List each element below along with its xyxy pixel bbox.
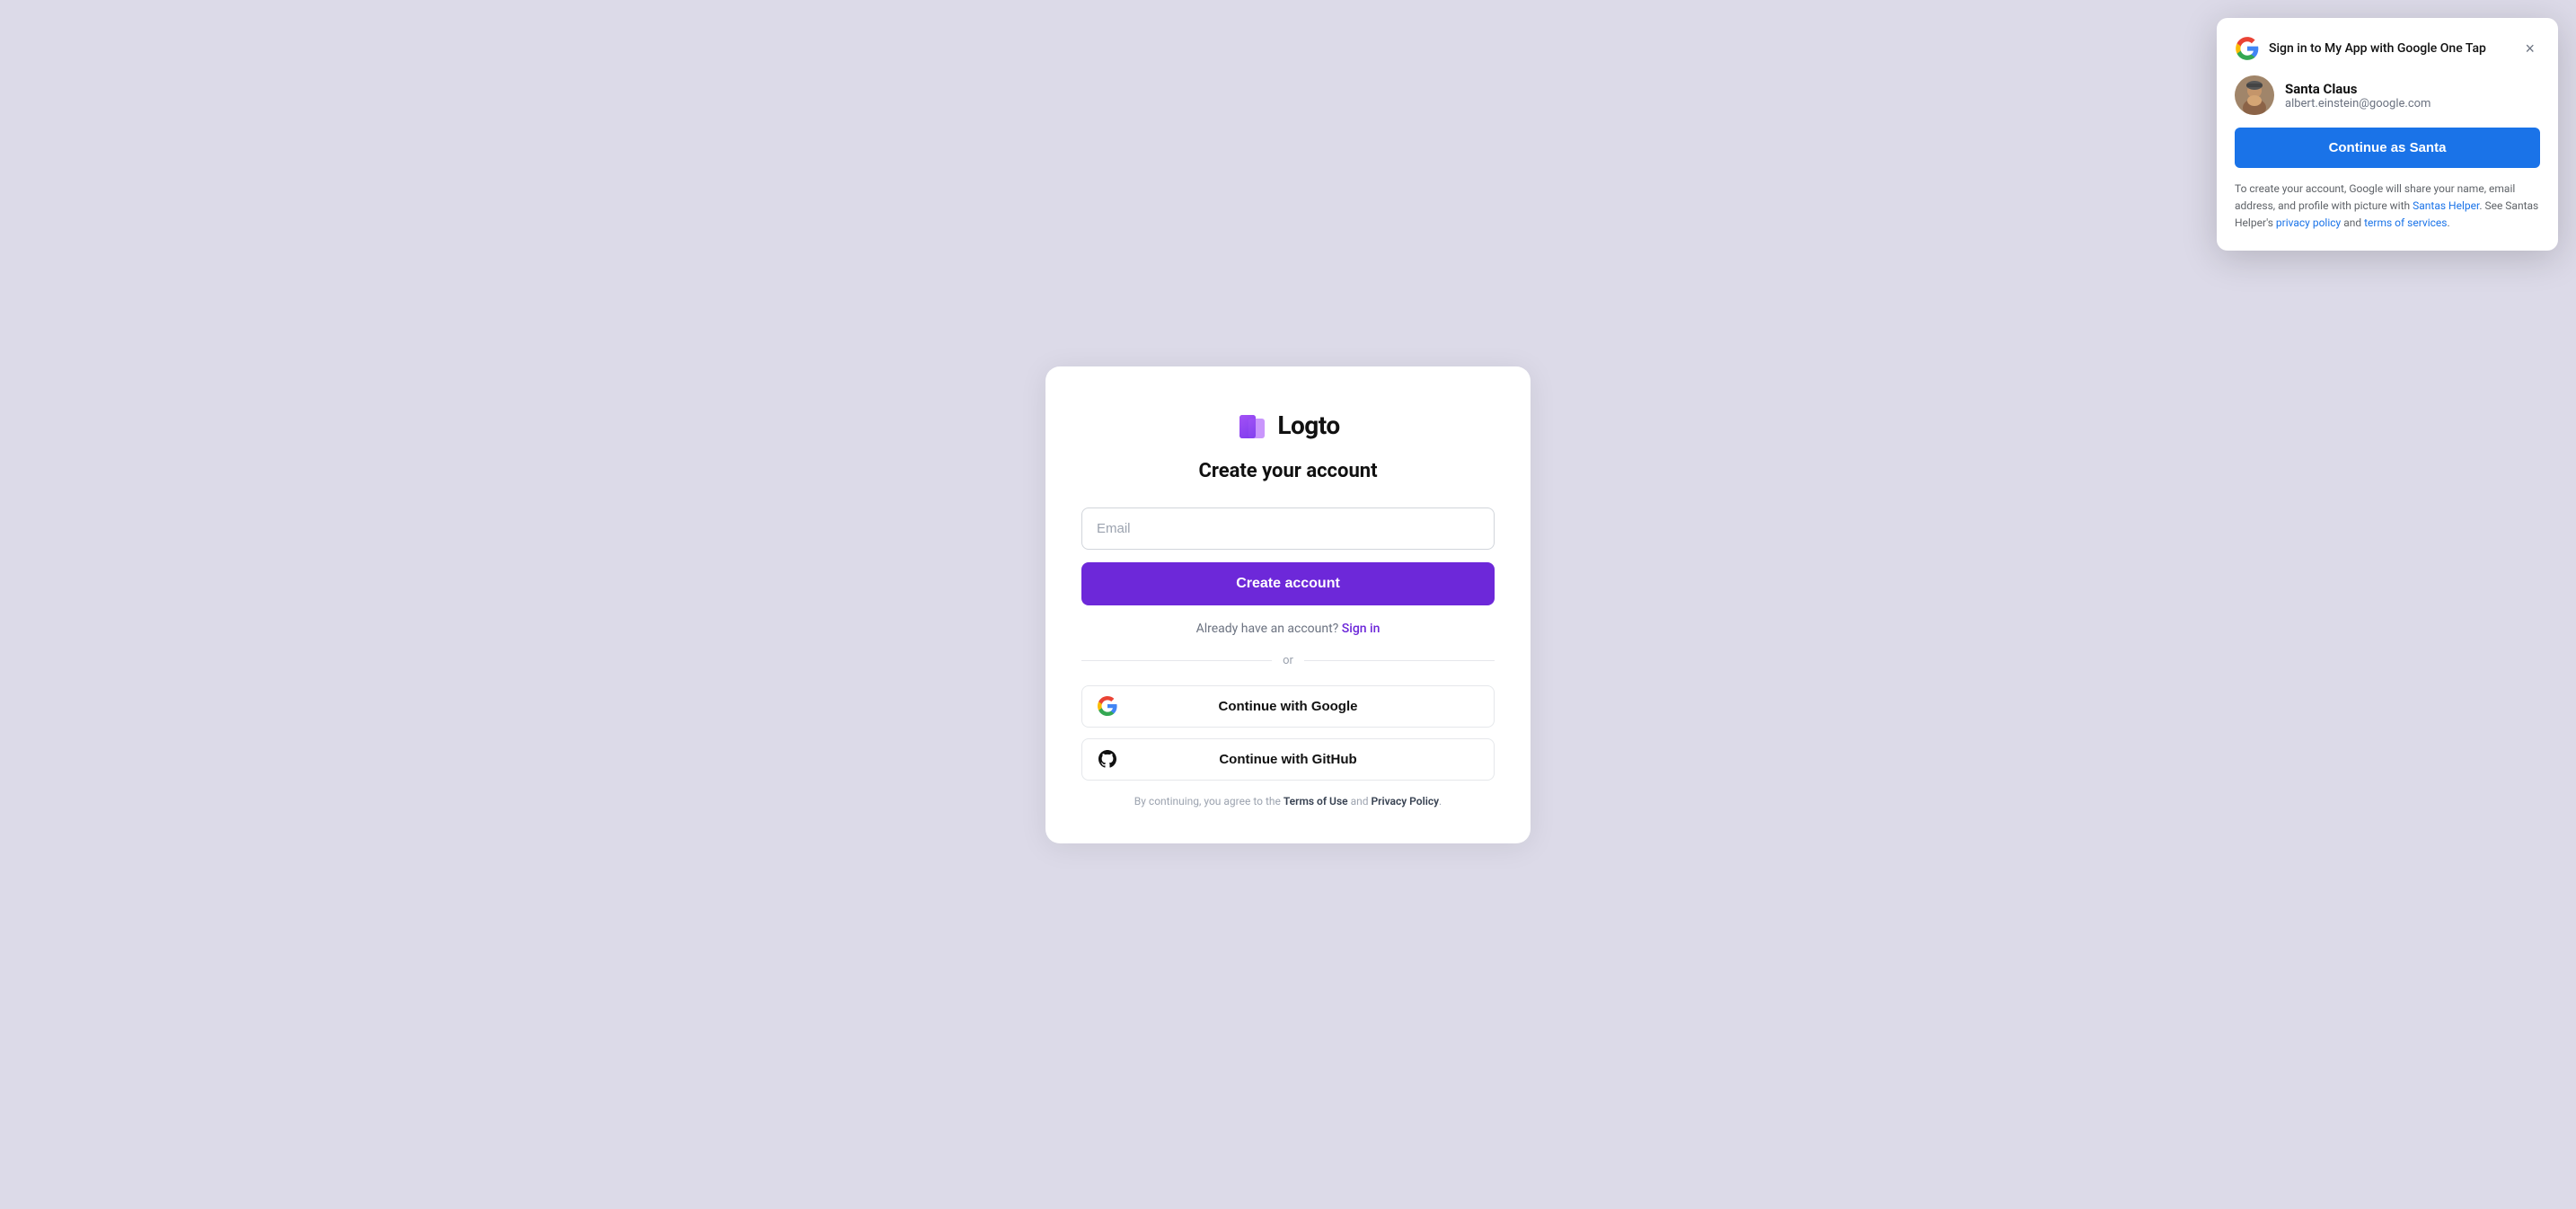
google-btn-label: Continue with Google [1097, 699, 1479, 714]
logto-logo-icon [1236, 410, 1268, 442]
santas-helper-link[interactable]: Santas Helper [2413, 199, 2479, 212]
one-tap-header: Sign in to My App with Google One Tap × [2235, 36, 2540, 61]
create-account-button[interactable]: Create account [1081, 562, 1495, 605]
avatar-image [2235, 75, 2274, 115]
email-input[interactable] [1081, 507, 1495, 550]
page-title: Create your account [1081, 460, 1495, 482]
logo-area: Logto [1081, 410, 1495, 442]
one-tap-title-area: Sign in to My App with Google One Tap [2235, 36, 2486, 61]
divider-text: or [1283, 654, 1293, 667]
user-row: Santa Claus albert.einstein@google.com [2235, 75, 2540, 115]
google-one-tap-icon [2235, 36, 2260, 61]
footer-text: By continuing, you agree to the Terms of… [1081, 795, 1495, 807]
logo-text: Logto [1277, 410, 1339, 440]
user-email: albert.einstein@google.com [2285, 97, 2430, 110]
github-icon [1097, 748, 1118, 770]
google-one-tap-popup: Sign in to My App with Google One Tap × [2217, 18, 2558, 251]
one-tap-close-button[interactable]: × [2519, 39, 2540, 58]
github-btn-label: Continue with GitHub [1097, 752, 1479, 767]
privacy-policy-link[interactable]: Privacy Policy [1371, 795, 1439, 807]
user-info: Santa Claus albert.einstein@google.com [2285, 81, 2430, 110]
divider-line-right [1304, 660, 1495, 661]
signin-link[interactable]: Sign in [1342, 622, 1381, 636]
github-signin-button[interactable]: Continue with GitHub [1081, 738, 1495, 781]
page-background: Logto Create your account Create account… [0, 0, 2576, 1209]
divider: or [1081, 654, 1495, 667]
divider-line-left [1081, 660, 1272, 661]
signin-prompt: Already have an account? Sign in [1081, 622, 1495, 636]
terms-of-use-link[interactable]: Terms of Use [1284, 795, 1348, 807]
user-name: Santa Claus [2285, 81, 2430, 97]
continue-as-button[interactable]: Continue as Santa [2235, 128, 2540, 168]
terms-one-tap-link[interactable]: terms of services [2364, 216, 2447, 229]
google-icon [1097, 695, 1118, 717]
privacy-policy-one-tap-link[interactable]: privacy policy [2276, 216, 2341, 229]
main-card: Logto Create your account Create account… [1045, 366, 1531, 843]
one-tap-footer: To create your account, Google will shar… [2235, 181, 2540, 233]
one-tap-title: Sign in to My App with Google One Tap [2269, 40, 2486, 57]
user-avatar [2235, 75, 2274, 115]
google-signin-button[interactable]: Continue with Google [1081, 685, 1495, 728]
